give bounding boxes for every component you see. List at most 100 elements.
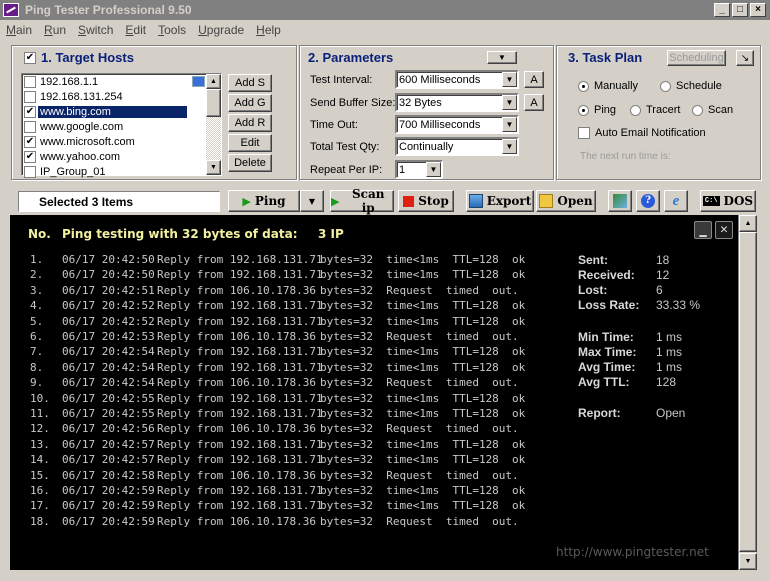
log-timestamp: 06/17 20:42:57 <box>62 453 155 467</box>
time-out-select[interactable]: 700 Milliseconds ▼ <box>395 115 519 134</box>
edit-button[interactable]: Edit <box>228 134 272 152</box>
log-timestamp: 06/17 20:42:54 <box>62 345 155 359</box>
console-minimize-button[interactable]: ▁ <box>694 221 712 239</box>
stat-value[interactable]: Open <box>656 406 685 420</box>
send-buffer-a-button[interactable]: A <box>524 94 544 111</box>
host-list-item[interactable]: 192.168.131.254 <box>22 89 187 104</box>
host-list-item[interactable]: IP_Group_01 <box>22 164 187 179</box>
dos-button[interactable]: C:\ DOS <box>700 190 756 212</box>
ping-radio[interactable] <box>578 104 589 116</box>
parameters-title: 2. Parameters <box>308 50 394 65</box>
test-interval-a-button[interactable]: A <box>524 71 544 88</box>
host-list-item[interactable]: ✔ www.microsoft.com <box>22 134 187 149</box>
minimize-button[interactable]: _ <box>714 3 730 17</box>
host-checkbox[interactable] <box>24 165 36 178</box>
close-button[interactable]: × <box>750 3 766 17</box>
menu-tools[interactable]: Tools <box>158 23 186 37</box>
screenshot-button[interactable] <box>608 190 632 212</box>
log-result: bytes=32 time<1ms TTL=128 ok <box>320 437 526 451</box>
console-scroll-down-button[interactable]: ▼ <box>739 553 757 570</box>
host-checkbox[interactable] <box>24 75 36 88</box>
ping-dropdown-button[interactable]: ▼ <box>300 190 324 212</box>
open-button[interactable]: Open <box>536 190 596 212</box>
log-timestamp: 06/17 20:42:53 <box>62 330 155 343</box>
auto-email-option[interactable]: Auto Email Notification <box>578 127 706 139</box>
repeat-label: Repeat Per IP: <box>310 164 383 176</box>
maximize-button[interactable]: □ <box>732 3 748 17</box>
export-icon <box>468 194 483 208</box>
log-reply-from: Reply from 192.168.131.71 <box>157 253 323 266</box>
host-checkbox[interactable]: ✔ <box>24 150 36 163</box>
manually-radio[interactable] <box>578 80 589 92</box>
log-timestamp: 06/17 20:42:58 <box>62 468 155 482</box>
expand-arrow-button[interactable]: ↘ <box>736 50 754 66</box>
tracert-radio[interactable] <box>630 104 641 116</box>
host-list-item[interactable]: www.google.com <box>22 119 187 134</box>
manually-option[interactable]: Manually <box>578 80 638 92</box>
log-number: 15. <box>30 468 50 482</box>
log-result: bytes=32 Request timed out. <box>320 468 519 482</box>
add-s-button[interactable]: Add S <box>228 74 272 92</box>
scroll-down-button[interactable]: ▼ <box>206 160 221 175</box>
menu-run[interactable]: Run <box>44 23 66 37</box>
scheduling-button[interactable]: Scheduling <box>667 50 726 66</box>
ping-output-console: No. Ping testing with 32 bytes of data: … <box>10 215 738 570</box>
chevron-down-icon: ▼ <box>426 162 441 177</box>
parameters-dropdown-button[interactable]: ▼ <box>487 51 517 64</box>
scan-option[interactable]: Scan <box>692 104 733 116</box>
menu-switch[interactable]: Switch <box>78 23 113 37</box>
add-r-button[interactable]: Add R <box>228 114 272 132</box>
chevron-down-icon: ▼ <box>502 95 517 110</box>
export-button[interactable]: Export <box>466 190 534 212</box>
delete-button[interactable]: Delete <box>228 154 272 172</box>
send-buffer-select[interactable]: 32 Bytes ▼ <box>395 93 519 112</box>
add-g-button[interactable]: Add G <box>228 94 272 112</box>
host-list-item[interactable]: 192.168.1.1 <box>22 74 187 89</box>
stat-row: Sent: 18 <box>578 253 728 268</box>
target-hosts-checkbox[interactable]: ✔ <box>24 51 36 64</box>
browser-button[interactable]: e <box>664 190 688 212</box>
host-list-item[interactable]: ✔ www.bing.com <box>22 104 187 119</box>
help-button[interactable]: ? <box>636 190 660 212</box>
host-checkbox[interactable] <box>24 90 36 103</box>
list-view-icon[interactable] <box>192 76 205 87</box>
scan-radio[interactable] <box>692 104 703 116</box>
website-link[interactable]: http://www.pingtester.net <box>556 545 709 559</box>
scroll-up-button[interactable]: ▲ <box>206 74 221 89</box>
host-checkbox[interactable]: ✔ <box>24 105 36 118</box>
schedule-radio[interactable] <box>660 80 671 92</box>
host-checkbox[interactable] <box>24 120 36 133</box>
log-reply-from: Reply from 192.168.131.71 <box>157 453 323 467</box>
log-timestamp: 06/17 20:42:55 <box>62 391 155 405</box>
menu-main[interactable]: Main <box>6 23 32 37</box>
tracert-option[interactable]: Tracert <box>630 104 680 116</box>
log-reply-from: Reply from 192.168.131.71 <box>157 314 323 328</box>
host-list-item[interactable]: ✔ www.yahoo.com <box>22 149 187 164</box>
host-checkbox[interactable]: ✔ <box>24 135 36 148</box>
ping-button[interactable]: ▶ Ping <box>228 190 300 212</box>
hosts-scrollbar[interactable]: ▲ ▼ <box>206 74 221 175</box>
menu-edit[interactable]: Edit <box>125 23 146 37</box>
console-scrollbar[interactable]: ▲ ▼ <box>738 215 757 570</box>
stop-button[interactable]: Stop <box>398 190 454 212</box>
menu-help[interactable]: Help <box>256 23 281 37</box>
log-result: bytes=32 time<1ms TTL=128 ok <box>320 391 526 405</box>
total-qty-select[interactable]: Continually ▼ <box>395 137 519 156</box>
schedule-option[interactable]: Schedule <box>660 80 722 92</box>
log-reply-from: Reply from 192.168.131.71 <box>157 391 323 405</box>
scan-ip-button[interactable]: ▶ Scan ip <box>330 187 394 215</box>
console-close-button[interactable]: ✕ <box>715 221 733 239</box>
menu-upgrade[interactable]: Upgrade <box>198 23 244 37</box>
ping-option[interactable]: Ping <box>578 104 616 116</box>
repeat-select[interactable]: 1 ▼ <box>395 160 443 179</box>
scroll-thumb[interactable] <box>206 89 221 117</box>
internet-explorer-icon: e <box>672 192 680 209</box>
console-scroll-up-button[interactable]: ▲ <box>739 215 757 232</box>
log-result: bytes=32 time<1ms TTL=128 ok <box>320 345 526 359</box>
console-scroll-thumb[interactable] <box>739 232 757 552</box>
chevron-down-icon: ▼ <box>502 117 517 132</box>
auto-email-checkbox[interactable] <box>578 127 590 139</box>
test-interval-select[interactable]: 600 Milliseconds ▼ <box>395 70 519 89</box>
title-bar: Ping Tester Professional 9.50 _ □ × <box>0 0 770 20</box>
log-reply-from: Reply from 192.168.131.71 <box>157 407 323 420</box>
